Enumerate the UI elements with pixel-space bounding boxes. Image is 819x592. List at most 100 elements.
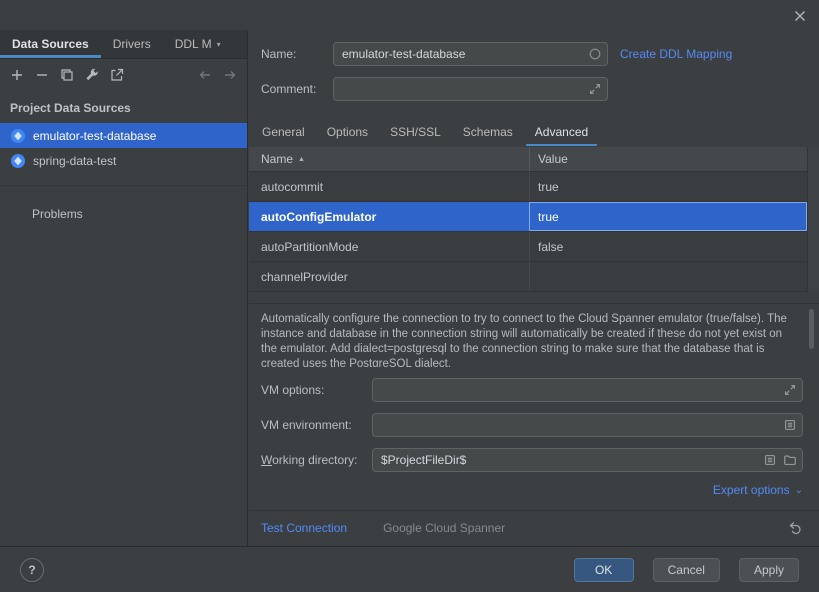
chevron-down-icon: ⌄ — [795, 485, 803, 496]
expert-options-link[interactable]: Expert options — [713, 483, 790, 497]
tab-ssh-ssl[interactable]: SSH/SSL — [379, 118, 452, 146]
cancel-button[interactable]: Cancel — [653, 558, 720, 582]
problems-label: Problems — [32, 207, 83, 221]
driver-name-label: Google Cloud Spanner — [383, 521, 505, 535]
table-row[interactable]: autocommit true — [249, 172, 819, 202]
name-label: Name: — [261, 47, 333, 61]
tab-options[interactable]: Options — [316, 118, 379, 146]
table-row[interactable]: autoPartitionMode false — [249, 232, 819, 262]
property-name-cell[interactable]: autoPartitionMode — [249, 232, 529, 261]
vm-environment-label: VM environment: — [261, 418, 372, 432]
name-row: Name: Create DDL Mapping — [261, 42, 803, 66]
help-button[interactable]: ? — [20, 558, 44, 582]
tab-general[interactable]: General — [251, 118, 316, 146]
name-field-wrap — [333, 42, 608, 66]
dialog-footer: ? OK Cancel Apply — [0, 546, 819, 592]
dialog-titlebar — [0, 0, 819, 30]
column-name-label: Name — [261, 152, 293, 166]
ok-button[interactable]: OK — [574, 558, 634, 582]
expand-icon[interactable] — [588, 82, 602, 96]
tab-drivers[interactable]: Drivers — [101, 30, 163, 58]
property-value-cell[interactable]: false — [529, 232, 807, 261]
tab-data-sources[interactable]: Data Sources — [0, 30, 101, 58]
tab-ddl-mappings-label: DDL M — [175, 37, 212, 51]
vm-environment-row: VM environment: — [261, 413, 803, 437]
tab-options-label: Options — [327, 125, 368, 139]
remove-icon[interactable] — [34, 67, 50, 83]
property-value-cell[interactable]: true — [529, 202, 807, 231]
tab-advanced-label: Advanced — [535, 125, 588, 139]
close-icon[interactable] — [792, 8, 808, 24]
comment-row: Comment: — [261, 77, 803, 101]
property-name-cell[interactable]: channelProvider — [249, 262, 529, 291]
cloud-spanner-datasource-icon — [10, 153, 26, 169]
table-row-selected[interactable]: autoConfigEmulator true — [249, 202, 819, 232]
property-value-cell[interactable]: true — [529, 172, 807, 201]
datasource-item-label: spring-data-test — [33, 154, 116, 168]
advanced-properties-table: Name ▲ Value autocommit true autoConfigE… — [249, 147, 819, 292]
test-connection-link[interactable]: Test Connection — [261, 521, 347, 535]
sidebar-toolbar — [0, 59, 247, 91]
datasource-item-emulator-test-database[interactable]: emulator-test-database — [0, 123, 247, 148]
property-description: Automatically configure the connection t… — [249, 303, 819, 367]
chevron-down-icon: ▾ — [217, 40, 221, 49]
vm-options-row: VM options: — [261, 378, 803, 402]
table-row[interactable]: channelProvider — [249, 262, 819, 292]
table-scrollbar[interactable] — [807, 147, 819, 292]
project-data-sources-title: Project Data Sources — [0, 91, 247, 123]
back-arrow-icon[interactable] — [197, 67, 213, 83]
add-icon[interactable] — [9, 67, 25, 83]
vm-environment-input[interactable] — [372, 413, 803, 437]
working-directory-field-wrap — [372, 448, 803, 472]
data-sources-dialog: Data Sources Drivers DDL M ▾ — [0, 0, 819, 592]
vm-options-input[interactable] — [372, 378, 803, 402]
expert-options-row: Expert options ⌄ — [713, 480, 803, 500]
tab-general-label: General — [262, 125, 305, 139]
apply-button[interactable]: Apply — [739, 558, 799, 582]
name-input[interactable] — [333, 42, 608, 66]
tab-ssh-ssl-label: SSH/SSL — [390, 125, 441, 139]
tab-advanced[interactable]: Advanced — [524, 118, 599, 146]
footer-buttons: OK Cancel Apply — [574, 558, 799, 582]
sort-ascending-icon: ▲ — [298, 156, 305, 163]
tab-drivers-label: Drivers — [113, 37, 151, 51]
vm-options-field-wrap — [372, 378, 803, 402]
column-header-value[interactable]: Value — [529, 147, 819, 171]
settings-tab-bar: General Options SSH/SSL Schemas Advanced — [251, 118, 819, 146]
tab-ddl-mappings[interactable]: DDL M ▾ — [163, 30, 233, 58]
export-icon[interactable] — [109, 67, 125, 83]
tab-data-sources-label: Data Sources — [12, 37, 89, 51]
cloud-spanner-datasource-icon — [10, 128, 26, 144]
sync-circle-icon[interactable] — [588, 47, 602, 61]
description-scrollbar[interactable] — [809, 309, 814, 349]
property-name-cell[interactable]: autoConfigEmulator — [249, 202, 529, 231]
working-directory-row: Working directory: — [261, 448, 803, 472]
test-connection-row: Test Connection Google Cloud Spanner — [261, 511, 803, 545]
working-directory-label: Working directory: — [261, 453, 372, 467]
working-directory-input[interactable] — [372, 448, 803, 472]
create-ddl-mapping-link[interactable]: Create DDL Mapping — [620, 47, 732, 61]
revert-icon[interactable] — [787, 520, 803, 536]
datasource-item-spring-data-test[interactable]: spring-data-test — [0, 148, 247, 173]
table-header: Name ▲ Value — [249, 147, 819, 172]
column-value-label: Value — [538, 152, 568, 166]
column-header-name[interactable]: Name ▲ — [249, 147, 529, 171]
tab-schemas[interactable]: Schemas — [452, 118, 524, 146]
variables-list-icon[interactable] — [783, 418, 797, 432]
forward-arrow-icon[interactable] — [222, 67, 238, 83]
folder-browse-icon[interactable] — [783, 453, 797, 467]
vm-environment-field-wrap — [372, 413, 803, 437]
duplicate-icon[interactable] — [59, 67, 75, 83]
main-panel: Name: Create DDL Mapping Comment: — [249, 30, 819, 546]
macros-list-icon[interactable] — [763, 453, 777, 467]
sidebar-item-problems[interactable]: Problems — [0, 202, 247, 226]
property-name-cell[interactable]: autocommit — [249, 172, 529, 201]
expand-icon[interactable] — [783, 383, 797, 397]
driver-properties-wrench-icon[interactable] — [84, 67, 100, 83]
property-value-cell[interactable] — [529, 262, 807, 291]
datasource-item-label: emulator-test-database — [33, 129, 156, 143]
sidebar: Data Sources Drivers DDL M ▾ — [0, 30, 248, 546]
sidebar-tab-bar: Data Sources Drivers DDL M ▾ — [0, 30, 247, 59]
sidebar-divider — [0, 185, 247, 186]
comment-input[interactable] — [333, 77, 608, 101]
